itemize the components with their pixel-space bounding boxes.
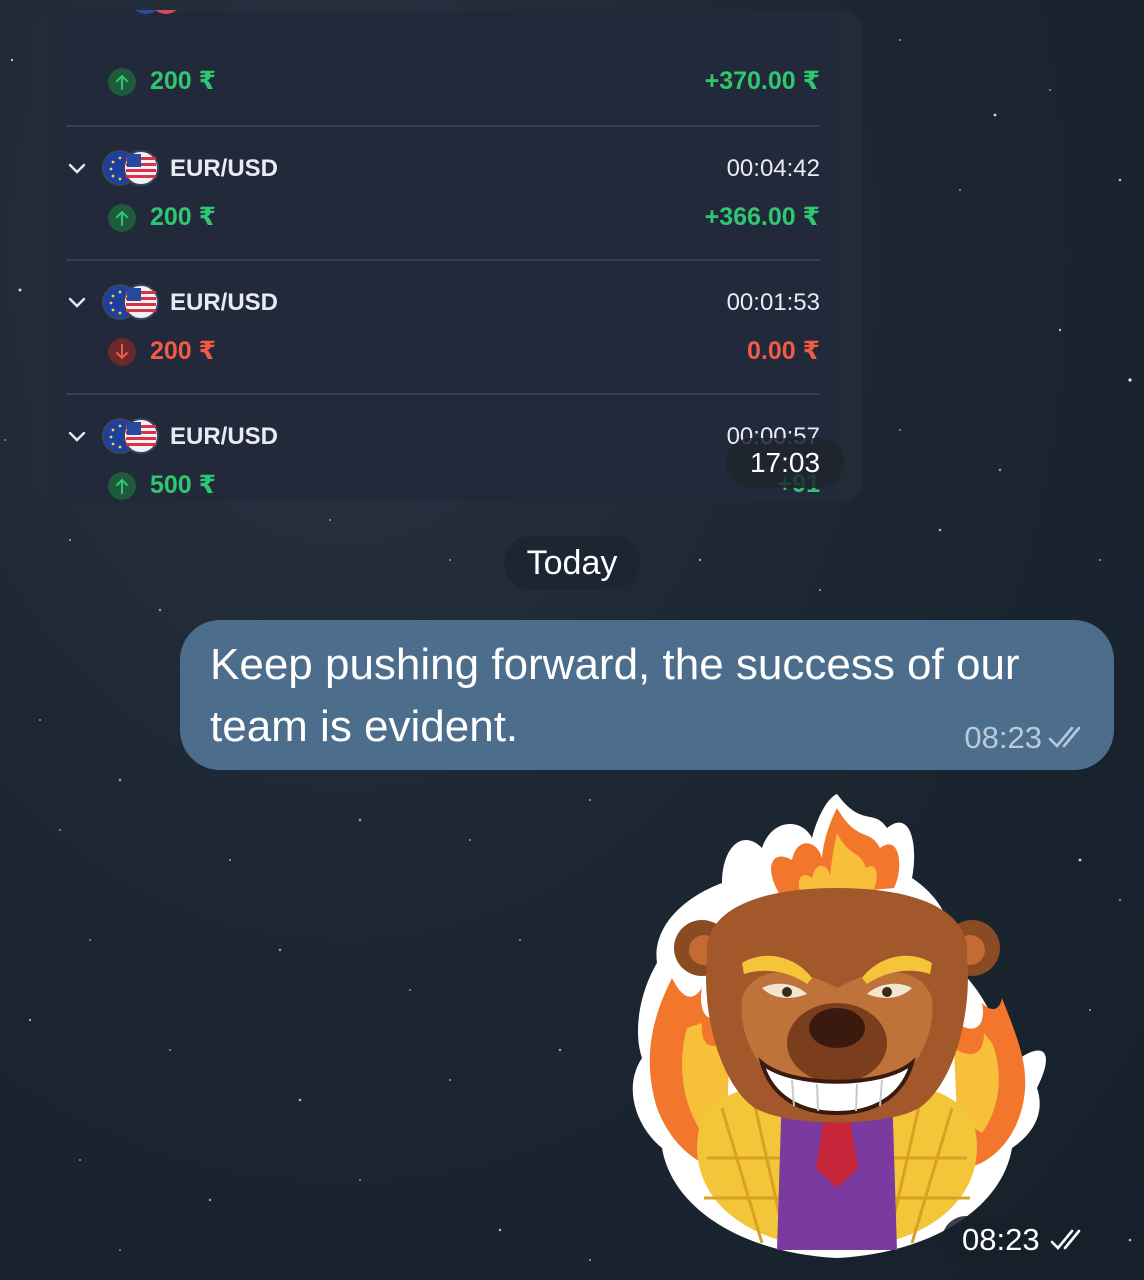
forwarded-screenshot-message[interactable]: 200 ₹ +370.00 ₹ EUR/USD 00:04:42 200 ₹ +… [30, 10, 862, 502]
arrow-up-icon [108, 472, 136, 500]
trade-profit: +370.00 ₹ [704, 67, 820, 95]
eur-usd-flags-icon [102, 150, 159, 186]
trade-amount: 200 ₹ [150, 203, 217, 231]
message-timestamp: 17:03 [726, 438, 844, 488]
outgoing-message-bubble[interactable]: Keep pushing forward, the success of our… [180, 620, 1114, 770]
clipped-flag-icon [135, 10, 177, 14]
eur-usd-flags-icon [102, 284, 159, 320]
message-timestamp: 08:23 [964, 720, 1042, 755]
double-check-icon [1050, 1229, 1081, 1250]
message-text: Keep pushing forward, the success of our… [210, 640, 1020, 751]
chevron-down-icon[interactable] [66, 157, 88, 179]
sticker-timestamp-pill: 08:23 [942, 1216, 1104, 1264]
fire-bear-sticker[interactable] [612, 788, 1062, 1268]
trade-amount: 500 ₹ [150, 471, 217, 499]
message-timestamp: 08:23 [962, 1222, 1040, 1257]
eur-usd-flags-icon [102, 418, 159, 454]
fire-bear-sticker-icon [632, 794, 1046, 1258]
arrow-down-icon [108, 338, 136, 366]
trade-profit: +366.00 ₹ [704, 203, 820, 231]
trade-duration: 00:04:42 [726, 155, 820, 182]
date-separator: Today [504, 536, 640, 590]
trade-history-panel: 200 ₹ +370.00 ₹ EUR/USD 00:04:42 200 ₹ +… [54, 10, 838, 502]
chevron-down-icon[interactable] [66, 291, 88, 313]
currency-pair: EUR/USD [170, 423, 279, 450]
divider [66, 125, 820, 127]
double-check-icon [1048, 726, 1081, 748]
divider [66, 259, 820, 261]
divider [66, 393, 820, 395]
chevron-down-icon[interactable] [66, 425, 88, 447]
trade-amount: 200 ₹ [150, 67, 217, 95]
trade-amount: 200 ₹ [150, 337, 217, 365]
trade-duration: 00:01:53 [726, 289, 820, 316]
trade-profit: 0.00 ₹ [747, 337, 820, 365]
arrow-up-icon [108, 68, 136, 96]
currency-pair: EUR/USD [170, 155, 279, 182]
currency-pair: EUR/USD [170, 289, 279, 316]
arrow-up-icon [108, 204, 136, 232]
